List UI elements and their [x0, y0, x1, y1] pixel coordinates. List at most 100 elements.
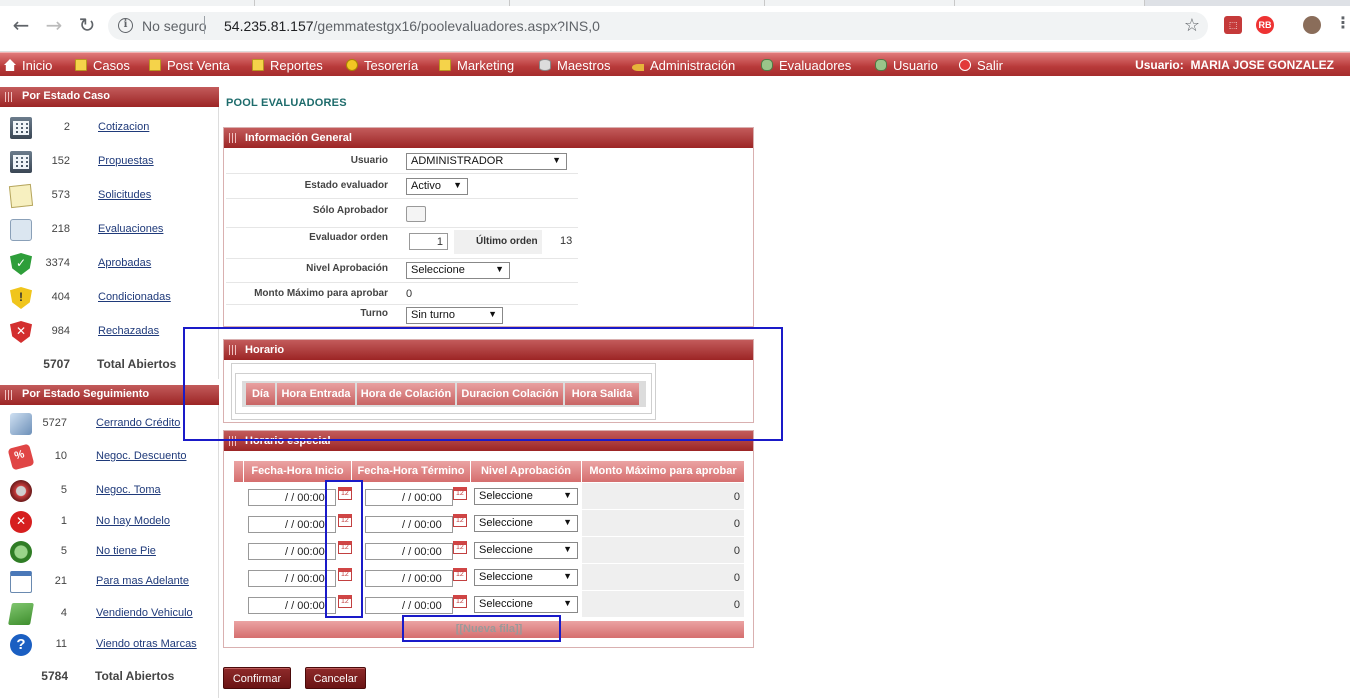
calendar-icon[interactable] — [453, 487, 467, 500]
sidebar-link[interactable]: No hay Modelo — [96, 515, 170, 527]
url-text[interactable]: 54.235.81.157/gemmatestgx16/poolevaluado… — [224, 18, 600, 34]
menu-item-maestros[interactable]: Maestros — [539, 58, 610, 73]
list-item[interactable]: 21 Para mas Adelante — [0, 567, 219, 597]
menu-item-usuario[interactable]: Usuario — [875, 58, 938, 73]
pdf-extension-icon[interactable]: ⬚ — [1224, 16, 1242, 34]
list-item[interactable]: 573 Solicitudes — [0, 181, 219, 211]
back-arrow-icon[interactable]: ← — [10, 15, 32, 37]
list-item[interactable]: 3374 Aprobadas — [0, 249, 219, 279]
address-bar[interactable]: i No seguro 54.235.81.157/gemmatestgx16/… — [108, 12, 1208, 40]
list-item[interactable]: 5 No tiene Pie — [0, 537, 219, 567]
list-item[interactable]: 5 Negoc. Toma — [0, 476, 219, 506]
sidebar-link[interactable]: Negoc. Toma — [96, 484, 161, 496]
shield-check-icon — [10, 253, 32, 275]
menu-item-marketing[interactable]: Marketing — [439, 58, 514, 73]
fecha-inicio-input[interactable]: / / 00:00 — [248, 570, 336, 587]
list-item[interactable]: 10 Negoc. Descuento — [0, 442, 219, 472]
menu-item-casos[interactable]: Casos — [75, 58, 130, 73]
menu-kebab-icon[interactable]: ⋮ — [1334, 16, 1350, 34]
list-item[interactable]: 1 No hay Modelo — [0, 507, 219, 537]
divider — [204, 16, 205, 34]
solo-aprobador-checkbox[interactable] — [406, 206, 426, 222]
cancel-button[interactable]: Cancelar — [305, 667, 366, 689]
folder-icon — [75, 59, 87, 71]
form-row-orden: Evaluador orden 1 Último orden 13 — [226, 228, 578, 259]
orden-input[interactable]: 1 — [409, 233, 448, 250]
nivel-aprobacion-select[interactable]: Seleccione — [474, 515, 578, 532]
nivel-aprobacion-select[interactable]: Seleccione — [474, 542, 578, 559]
tab[interactable] — [255, 0, 510, 6]
list-item[interactable]: 152 Propuestas — [0, 147, 219, 177]
fecha-inicio-input[interactable]: / / 00:00 — [248, 597, 336, 614]
sidebar-link[interactable]: Propuestas — [98, 155, 154, 167]
fecha-termino-input[interactable]: / / 00:00 — [365, 597, 453, 614]
profile-avatar[interactable] — [1303, 16, 1321, 34]
fecha-termino-input[interactable]: / / 00:00 — [365, 516, 453, 533]
fecha-termino-input[interactable]: / / 00:00 — [365, 489, 453, 506]
tab[interactable] — [765, 0, 955, 6]
sidebar-title: Por Estado Seguimiento — [22, 388, 150, 400]
nivel-aprobacion-select[interactable]: Seleccione — [474, 569, 578, 586]
fecha-termino-input[interactable]: / / 00:00 — [365, 543, 453, 560]
table-row: / / 00:00 / / 00:00 Seleccione 0 — [234, 537, 744, 564]
menu-item-salir[interactable]: Salir — [959, 58, 1003, 73]
forward-arrow-icon[interactable]: → — [43, 15, 65, 37]
sidebar-link[interactable]: Cotizacion — [98, 121, 149, 133]
nivel-aprobacion-select[interactable]: Seleccione — [406, 262, 510, 279]
reload-icon[interactable]: ↻ — [76, 15, 98, 37]
users-icon — [875, 59, 887, 71]
date-text: / / 00:00 — [402, 573, 442, 585]
estado-select[interactable]: Activo — [406, 178, 468, 195]
fecha-inicio-input[interactable]: / / 00:00 — [248, 516, 336, 533]
current-user: Usuario: MARIA JOSE GONZALEZ — [1135, 58, 1334, 72]
tab[interactable] — [510, 0, 765, 6]
sidebar-link[interactable]: Viendo otras Marcas — [96, 638, 197, 650]
nivel-aprobacion-select[interactable]: Seleccione — [474, 488, 578, 505]
date-text: / / 00:00 — [402, 519, 442, 531]
menu-item-evaluadores[interactable]: Evaluadores — [761, 58, 851, 73]
nivel-aprobacion-select[interactable]: Seleccione — [474, 596, 578, 613]
menu-item-inicio[interactable]: Inicio — [4, 58, 52, 73]
calendar-icon[interactable] — [453, 568, 467, 581]
folder-icon — [439, 59, 451, 71]
monto-value: 0 — [733, 518, 740, 530]
menu-item-administracion[interactable]: Administración — [632, 58, 735, 73]
sidebar-link[interactable]: Evaluaciones — [98, 223, 163, 235]
bookmark-star-icon[interactable]: ☆ — [1184, 15, 1200, 36]
fecha-termino-input[interactable]: / / 00:00 — [365, 570, 453, 587]
monto-value: 0 — [733, 545, 740, 557]
sidebar-link[interactable]: Rechazadas — [98, 325, 159, 337]
usuario-select[interactable]: ADMINISTRADOR — [406, 153, 567, 170]
rb-extension-icon[interactable]: RB — [1256, 16, 1274, 34]
calculator-icon — [10, 117, 32, 139]
info-icon[interactable]: i — [118, 18, 133, 33]
exit-icon — [959, 59, 971, 71]
tab[interactable] — [0, 0, 255, 6]
sidebar-link[interactable]: Vendiendo Vehiculo — [96, 607, 193, 619]
tab[interactable] — [955, 0, 1145, 6]
sidebar-link[interactable]: Solicitudes — [98, 189, 151, 201]
sidebar-link[interactable]: Cerrando Crédito — [96, 417, 180, 429]
sidebar-link[interactable]: Negoc. Descuento — [96, 450, 187, 462]
turno-select[interactable]: Sin turno — [406, 307, 503, 324]
sidebar-link[interactable]: Para mas Adelante — [96, 575, 189, 587]
menu-item-tesoreria[interactable]: Tesorería — [346, 58, 418, 73]
menu-item-reportes[interactable]: Reportes — [252, 58, 323, 73]
sidebar-link[interactable]: Condicionadas — [98, 291, 171, 303]
list-item[interactable]: 2 Cotizacion — [0, 113, 219, 143]
list-item[interactable]: 404 Condicionadas — [0, 283, 219, 313]
calendar-icon[interactable] — [453, 541, 467, 554]
menu-label: Post Venta — [167, 58, 230, 73]
sidebar-link[interactable]: Aprobadas — [98, 257, 151, 269]
count: 5727 — [42, 417, 67, 429]
calendar-icon[interactable] — [453, 595, 467, 608]
list-item[interactable]: 11 Viendo otras Marcas — [0, 630, 219, 660]
list-item[interactable]: 218 Evaluaciones — [0, 215, 219, 245]
calendar-icon[interactable] — [453, 514, 467, 527]
menu-item-post-venta[interactable]: Post Venta — [149, 58, 230, 73]
confirm-button[interactable]: Confirmar — [223, 667, 291, 689]
list-item[interactable]: 4 Vendiendo Vehiculo — [0, 599, 219, 629]
fecha-inicio-input[interactable]: / / 00:00 — [248, 543, 336, 560]
sidebar-link[interactable]: No tiene Pie — [96, 545, 156, 557]
fecha-inicio-input[interactable]: / / 00:00 — [248, 489, 336, 506]
